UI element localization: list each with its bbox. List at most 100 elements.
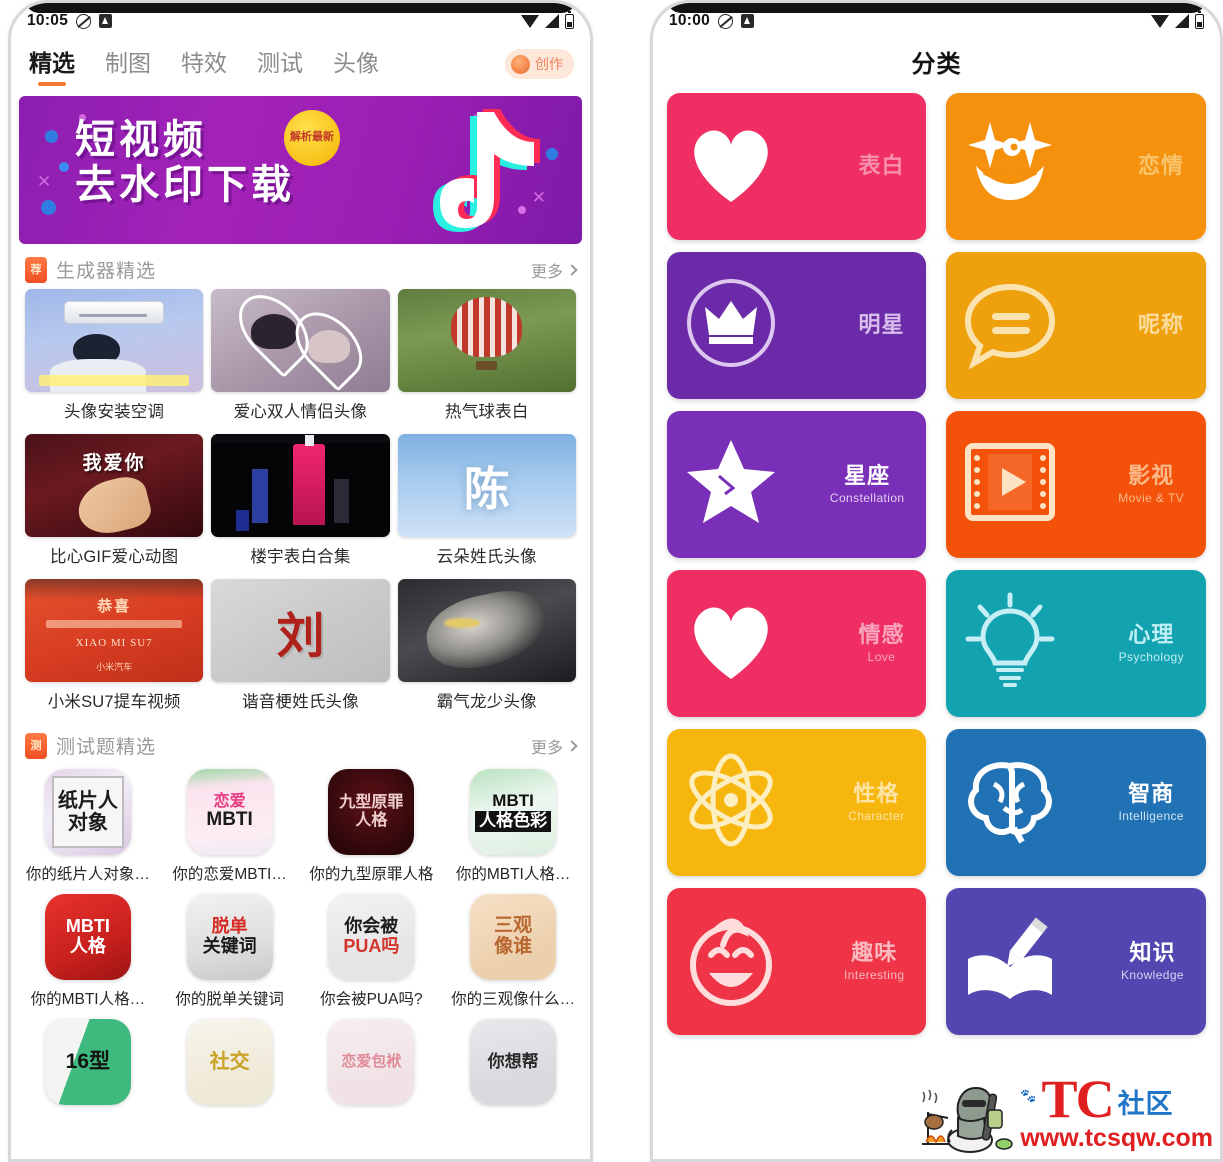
test-icon-text: MBTI [65,916,110,937]
category-card-zhishang[interactable]: 智商 Intelligence [946,729,1206,876]
generator-item[interactable]: 楼宇表白合集 [211,434,390,575]
left-screen: 10:05 精选 制图 特效 测试 头像 创作 ✕ ✕ 短视频 去水印下载 解析… [11,3,590,1159]
category-cn: 性格 [853,781,900,807]
category-cn: 情感 [858,622,905,648]
category-card-xingge[interactable]: 性格 Character [666,729,927,876]
test-item[interactable]: 三观 像谁 你的三观像什么… [446,894,580,1017]
test-icon-text: 16型 [65,1050,111,1074]
category-card-mingxing[interactable]: 明星 [666,252,927,399]
test-icon: 九型原罪 人格 [328,769,415,855]
status-clock: 10:05 [27,12,69,29]
test-icon-text: 关键词 [202,936,257,956]
create-button-label: 创作 [534,56,563,72]
star-icon [681,432,787,538]
crown-circle-icon [681,273,787,379]
thumbnail [211,289,390,392]
test-item-label: 你的MBTI人格… [30,991,146,1008]
test-icon-text: 你想帮 [487,1051,539,1071]
generator-item-label: 霸气龙少头像 [436,693,537,711]
category-label: 明星 [858,312,904,340]
test-item[interactable]: 恋爱 MBTI 你的恋爱MBTI… [163,769,297,892]
test-icon-text: 人格 [69,936,106,956]
category-card-zhishi[interactable]: 知识 Knowledge [946,888,1206,1035]
watermark-brand-row: 🐾 TC 社区 [1020,1068,1174,1129]
test-item[interactable]: 九型原罪 人格 你的九型原罪人格 [304,769,438,892]
test-item-label: 你的纸片人对象… [25,866,150,883]
category-card-yingshi[interactable]: 影视 Movie & TV [946,411,1206,558]
test-item[interactable]: 脱单 关键词 你的脱单关键词 [163,894,297,1017]
test-item[interactable]: 恋爱包袱 [304,1019,438,1105]
tab-zhitu[interactable]: 制图 [103,40,153,88]
thumbnail: 陈 [397,434,576,537]
tab-texiao[interactable]: 特效 [179,40,229,88]
generator-item[interactable]: 刘 谐音梗姓氏头像 [211,579,390,720]
test-item-label: 你的三观像什么… [451,991,576,1008]
create-button[interactable]: 创作 [504,49,574,79]
tiktok-note-icon [402,104,542,236]
section-more-link[interactable]: 更多 [531,258,578,282]
banner-badge: 解析最新 [284,110,340,166]
test-item[interactable]: 纸片人 对象 你的纸片人对象… [21,769,155,892]
tab-ceshi[interactable]: 测试 [255,40,305,88]
watermark-suffix: 社区 [1117,1089,1174,1120]
generator-grid: 头像安装空调 爱心双人情侣头像 热气球表白 我爱你 比心GIF爱心动图 楼宇表白… [11,289,590,720]
thumbnail-text: 刘 [276,607,325,664]
generator-item[interactable]: 恭喜 XIAO MI SU7 小米汽车 小米SU7提车视频 [25,579,204,720]
section-header-generator: 荐 生成器精选 更多 [11,244,590,289]
category-card-biaobai[interactable]: 表白 [666,93,927,240]
test-icon-text: MBTI [492,791,534,811]
test-icon-text: 人格 [355,812,388,829]
section-more-link[interactable]: 更多 [531,734,578,758]
generator-item[interactable]: 头像安装空调 [25,289,204,430]
category-en: Movie & TV [1118,491,1184,506]
section-title: 生成器精选 [56,261,157,282]
right-status-bar: 10:00 [653,3,1220,35]
test-icon-text: 恋爱包袱 [341,1052,402,1070]
category-card-qinggan[interactable]: 情感 Love [666,570,927,717]
app-square-icon [99,14,113,28]
signal-icon [544,14,559,28]
test-icon-text: 人格色彩 [475,811,552,832]
category-card-quwei[interactable]: 趣味 Interesting [666,888,927,1035]
smiley-star-eyes-icon [960,114,1066,220]
thumbnail-text: 陈 [463,462,510,515]
test-icon: 三观 像谁 [470,894,557,980]
category-card-nicheng[interactable]: 呢称 [946,252,1206,399]
category-card-lianqing[interactable]: 恋情 [946,93,1206,240]
promo-banner[interactable]: ✕ ✕ ✕ 短视频 去水印下载 解析最新 [19,96,582,244]
tab-touxiang[interactable]: 头像 [331,40,381,88]
category-cn: 星座 [844,463,891,489]
generator-item[interactable]: 我爱你 比心GIF爱心动图 [25,434,204,575]
generator-item[interactable]: 陈 云朵姓氏头像 [397,434,576,575]
tab-jingxuan[interactable]: 精选 [27,40,77,88]
category-card-xinli[interactable]: 心理 Psychology [946,570,1206,717]
generator-item[interactable]: 霸气龙少头像 [397,579,576,720]
category-label: 心理 Psychology [1119,622,1184,664]
wifi-icon [1151,14,1169,28]
test-item[interactable]: MBTI 人格 你的MBTI人格… [21,894,155,1017]
test-icon-text: 九型原罪 [339,794,404,812]
generator-item[interactable]: 热气球表白 [397,289,576,430]
category-card-xingzuo[interactable]: 星座 Constellation [666,411,927,558]
test-item-label: 你的九型原罪人格 [309,866,434,883]
test-item[interactable]: 社交 [163,1019,297,1105]
test-icon: MBTI 人格色彩 [470,769,557,855]
generator-item-label: 头像安装空调 [64,403,165,421]
atom-icon [681,750,787,856]
generator-item[interactable]: 爱心双人情侣头像 [211,289,390,430]
category-en: Intelligence [1118,809,1184,824]
watermark-text: 🐾 TC 社区 www.tcsqw.com [1020,1068,1213,1152]
test-item[interactable]: MBTI 人格色彩 你的MBTI人格… [446,769,580,892]
test-icon: 你会被 PUA吗 [328,894,415,980]
banner-line-2: 去水印下载 [75,161,295,208]
thumbnail [397,289,576,392]
category-label: 趣味 Interesting [844,940,904,982]
category-label: 智商 Intelligence [1118,781,1184,823]
test-item[interactable]: 你想帮 [446,1019,580,1105]
status-left-group: 10:05 [27,12,113,30]
test-item[interactable]: 16型 [21,1019,155,1105]
generator-item-label: 热气球表白 [445,403,529,421]
test-item[interactable]: 你会被 PUA吗 你会被PUA吗? [304,894,438,1017]
category-label: 知识 Knowledge [1121,940,1184,982]
thumbnail: 恭喜 XIAO MI SU7 小米汽车 [25,579,204,682]
